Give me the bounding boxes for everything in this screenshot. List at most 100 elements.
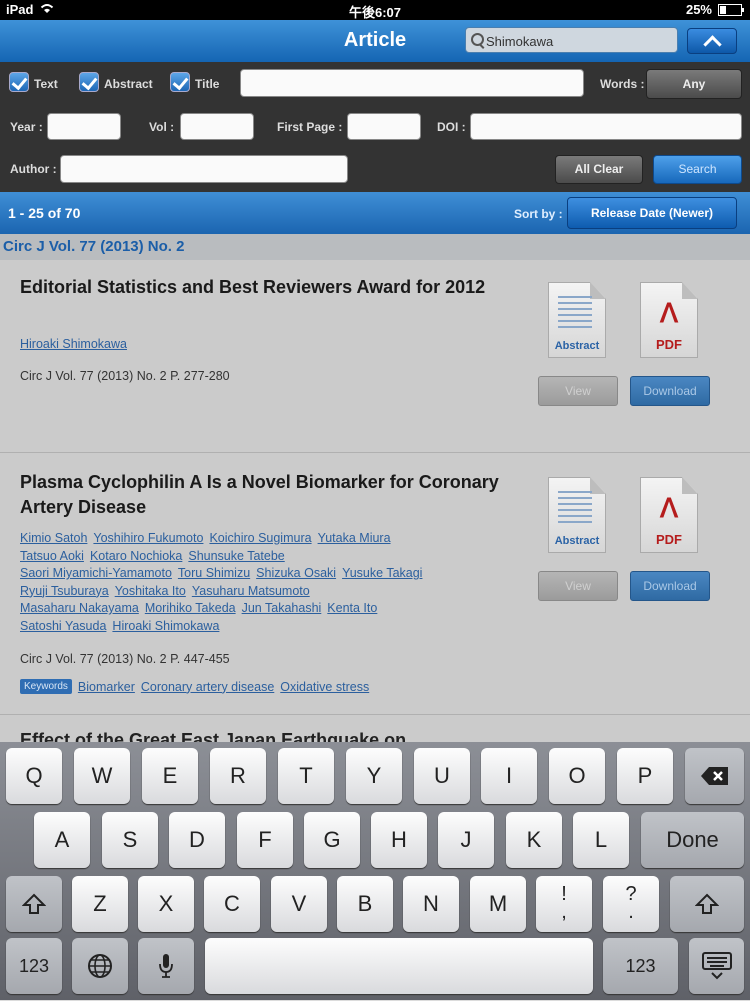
- article-title[interactable]: Plasma Cyclophilin A Is a Novel Biomarke…: [20, 470, 500, 520]
- words-any-button[interactable]: Any: [646, 69, 742, 99]
- key-question-period[interactable]: ?.: [603, 876, 659, 932]
- key-q[interactable]: Q: [6, 748, 62, 804]
- author-link[interactable]: Shizuka Osaki: [256, 566, 336, 580]
- text-checkbox[interactable]: [9, 72, 29, 92]
- download-button[interactable]: Download: [630, 571, 710, 601]
- article-title[interactable]: Editorial Statistics and Best Reviewers …: [20, 275, 500, 300]
- all-clear-button[interactable]: All Clear: [555, 155, 643, 184]
- author-link[interactable]: Hiroaki Shimokawa: [20, 337, 127, 351]
- key-p[interactable]: P: [617, 748, 673, 804]
- key-comma: ,: [561, 901, 567, 923]
- article-item: Editorial Statistics and Best Reviewers …: [0, 260, 750, 453]
- backspace-key[interactable]: [685, 748, 744, 804]
- key-z[interactable]: Z: [72, 876, 128, 932]
- search-box[interactable]: [465, 27, 678, 53]
- author-link[interactable]: Yoshihiro Fukumoto: [93, 531, 203, 545]
- view-button[interactable]: View: [538, 376, 618, 406]
- numbers-key-left[interactable]: 123: [6, 938, 62, 994]
- key-n[interactable]: N: [403, 876, 459, 932]
- key-o[interactable]: O: [549, 748, 605, 804]
- view-button[interactable]: View: [538, 571, 618, 601]
- key-y[interactable]: Y: [346, 748, 402, 804]
- keyword-input[interactable]: [240, 69, 584, 97]
- key-d[interactable]: D: [169, 812, 225, 868]
- abstract-doc-icon[interactable]: Abstract: [548, 282, 608, 360]
- first-page-input[interactable]: [347, 113, 421, 140]
- key-exclamation-comma[interactable]: !,: [536, 876, 592, 932]
- author-link[interactable]: Shunsuke Tatebe: [188, 549, 284, 563]
- abstract-doc-icon[interactable]: Abstract: [548, 477, 608, 555]
- key-m[interactable]: M: [470, 876, 526, 932]
- title-checkbox-label: Title: [195, 77, 220, 91]
- doi-input[interactable]: [470, 113, 742, 140]
- article-citation: Circ J Vol. 77 (2013) No. 2 P. 447-455: [20, 652, 230, 666]
- key-t[interactable]: T: [278, 748, 334, 804]
- key-j[interactable]: J: [438, 812, 494, 868]
- done-key[interactable]: Done: [641, 812, 744, 868]
- author-link[interactable]: Yusuke Takagi: [342, 566, 422, 580]
- collapse-button[interactable]: [687, 28, 737, 54]
- status-bar: iPad 午後6:07 25%: [0, 0, 750, 20]
- author-link[interactable]: Jun Takahashi: [242, 601, 322, 615]
- author-link[interactable]: Hiroaki Shimokawa: [112, 619, 219, 633]
- key-a[interactable]: A: [34, 812, 90, 868]
- shift-key-right[interactable]: [670, 876, 744, 932]
- key-w[interactable]: W: [74, 748, 130, 804]
- key-b[interactable]: B: [337, 876, 393, 932]
- text-checkbox-label: Text: [34, 77, 58, 91]
- author-link[interactable]: Morihiko Takeda: [145, 601, 236, 615]
- pdf-icon[interactable]: ᐱ PDF: [640, 282, 700, 360]
- keyword-link[interactable]: Biomarker: [78, 680, 135, 694]
- key-s[interactable]: S: [102, 812, 158, 868]
- author-link[interactable]: Tatsuo Aoki: [20, 549, 84, 563]
- numbers-key-right[interactable]: 123: [603, 938, 678, 994]
- abstract-checkbox[interactable]: [79, 72, 99, 92]
- shift-key-left[interactable]: [6, 876, 62, 932]
- author-link[interactable]: Kenta Ito: [327, 601, 377, 615]
- dictation-key[interactable]: [138, 938, 194, 994]
- article-citation: Circ J Vol. 77 (2013) No. 2 P. 277-280: [20, 369, 230, 383]
- author-link[interactable]: Kotaro Nochioka: [90, 549, 182, 563]
- article-list[interactable]: Editorial Statistics and Best Reviewers …: [0, 260, 750, 742]
- author-link[interactable]: Yutaka Miura: [318, 531, 391, 545]
- download-button[interactable]: Download: [630, 376, 710, 406]
- key-k[interactable]: K: [506, 812, 562, 868]
- key-v[interactable]: V: [271, 876, 327, 932]
- sort-button[interactable]: Release Date (Newer): [567, 197, 737, 229]
- author-link[interactable]: Yasuharu Matsumoto: [192, 584, 310, 598]
- key-f[interactable]: F: [237, 812, 293, 868]
- hide-keyboard-key[interactable]: [689, 938, 744, 994]
- author-link[interactable]: Yoshitaka Ito: [115, 584, 186, 598]
- key-r[interactable]: R: [210, 748, 266, 804]
- author-link[interactable]: Kimio Satoh: [20, 531, 87, 545]
- author-link[interactable]: Toru Shimizu: [178, 566, 250, 580]
- search-button[interactable]: Search: [653, 155, 742, 184]
- author-input[interactable]: [60, 155, 348, 183]
- article-title-partial[interactable]: Effect of the Great East Japan Earthquak…: [20, 730, 406, 742]
- search-input[interactable]: [484, 30, 673, 52]
- keyword-link[interactable]: Coronary artery disease: [141, 680, 274, 694]
- keyboard-hide-icon: [701, 952, 732, 980]
- space-key[interactable]: [205, 938, 593, 994]
- key-period: .: [628, 901, 634, 923]
- author-link[interactable]: Saori Miyamichi-Yamamoto: [20, 566, 172, 580]
- globe-key[interactable]: [72, 938, 128, 994]
- key-g[interactable]: G: [304, 812, 360, 868]
- key-c[interactable]: C: [204, 876, 260, 932]
- vol-input[interactable]: [180, 113, 254, 140]
- key-l[interactable]: L: [573, 812, 629, 868]
- key-e[interactable]: E: [142, 748, 198, 804]
- author-link[interactable]: Satoshi Yasuda: [20, 619, 106, 633]
- title-checkbox[interactable]: [170, 72, 190, 92]
- author-link[interactable]: Masaharu Nakayama: [20, 601, 139, 615]
- author-link[interactable]: Koichiro Sugimura: [209, 531, 311, 545]
- pdf-icon[interactable]: ᐱ PDF: [640, 477, 700, 555]
- author-link[interactable]: Ryuji Tsuburaya: [20, 584, 109, 598]
- key-i[interactable]: I: [481, 748, 537, 804]
- year-input[interactable]: [47, 113, 121, 140]
- key-h[interactable]: H: [371, 812, 427, 868]
- shift-icon: [21, 893, 47, 914]
- keyword-link[interactable]: Oxidative stress: [280, 680, 369, 694]
- key-u[interactable]: U: [414, 748, 470, 804]
- key-x[interactable]: X: [138, 876, 194, 932]
